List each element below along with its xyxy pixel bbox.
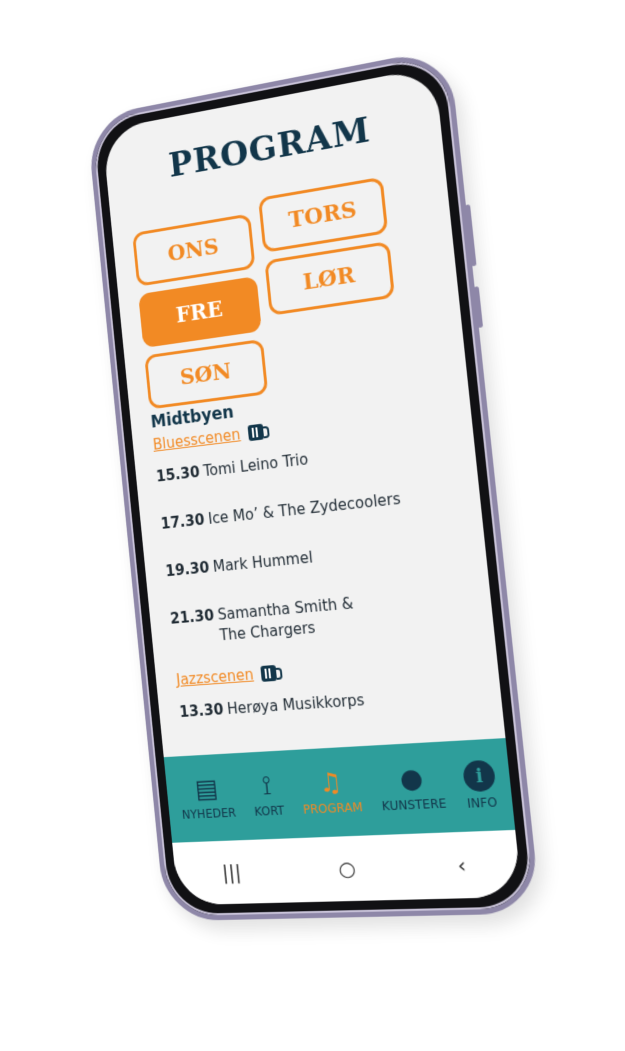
- event-artist: Mark Hummel: [212, 547, 314, 577]
- nav-label: NYHEDER: [181, 806, 236, 822]
- scene-link-jazzscenen[interactable]: Jazzscenen: [175, 666, 254, 689]
- event-time: 13.30: [179, 700, 225, 723]
- system-nav-bar: ||| ○ ‹: [172, 830, 522, 905]
- day-button-fre[interactable]: FRE: [138, 276, 262, 348]
- list-item[interactable]: 19.30 Mark Hummel: [165, 532, 470, 582]
- route-icon: ⟟: [261, 772, 273, 800]
- beer-mug-icon: [247, 424, 264, 442]
- event-artist: Ice Mo’ & The Zydecoolers: [207, 489, 402, 530]
- day-button-lor[interactable]: LØR: [264, 241, 395, 316]
- person-icon: ●: [398, 764, 424, 794]
- day-button-tors[interactable]: TORS: [258, 177, 388, 253]
- newspaper-icon: ▤: [194, 775, 220, 804]
- app-screen: PROGRAM ONS TORS FRE LØR SØN Midtbyen Bl…: [102, 66, 522, 905]
- nav-label: KUNSTERE: [381, 796, 447, 813]
- nav-item-kunstere[interactable]: ● KUNSTERE: [378, 763, 447, 813]
- program-list: Midtbyen Bluesscenen 15.30 Tomi Leino Tr…: [150, 374, 488, 750]
- volume-button: [465, 204, 477, 266]
- event-time: 21.30: [169, 605, 217, 650]
- list-item[interactable]: 17.30 Ice Mo’ & The Zydecoolers: [160, 482, 464, 535]
- day-button-son[interactable]: SØN: [144, 339, 268, 410]
- page-title: PROGRAM: [105, 97, 442, 197]
- nav-item-nyheder[interactable]: ▤ NYHEDER: [178, 774, 236, 822]
- event-time: 15.30: [155, 462, 200, 487]
- recents-button[interactable]: |||: [221, 860, 242, 884]
- day-button-ons[interactable]: ONS: [132, 213, 255, 286]
- stage: PROGRAM ONS TORS FRE LØR SØN Midtbyen Bl…: [0, 0, 625, 1051]
- back-button[interactable]: ‹: [456, 853, 467, 878]
- phone-frame: PROGRAM ONS TORS FRE LØR SØN Midtbyen Bl…: [86, 47, 541, 921]
- list-item[interactable]: 21.30 Samantha Smith & The Chargers: [169, 583, 477, 650]
- power-button: [474, 286, 484, 328]
- nav-item-info[interactable]: i INFO: [462, 760, 498, 811]
- event-artist: Tomi Leino Trio: [202, 449, 309, 482]
- event-time: 19.30: [165, 558, 211, 583]
- event-artist: Samantha Smith & The Chargers: [217, 593, 365, 647]
- scene-header: Jazzscenen: [175, 649, 481, 689]
- nav-label: PROGRAM: [302, 800, 363, 817]
- info-icon: i: [462, 760, 496, 793]
- nav-item-program[interactable]: ♫ PROGRAM: [299, 768, 363, 817]
- beer-mug-icon: [260, 665, 277, 682]
- music-note-icon: ♫: [317, 769, 343, 798]
- nav-item-kort[interactable]: ⟟ KORT: [251, 772, 286, 819]
- bottom-nav: ▤ NYHEDER ⟟ KORT ♫ PROGRAM ● KUNSTERE i: [164, 738, 515, 843]
- list-item[interactable]: 13.30 Herøya Musikkorps: [179, 682, 486, 723]
- nav-label: INFO: [466, 795, 498, 811]
- home-button[interactable]: ○: [337, 856, 357, 881]
- event-artist: Herøya Musikkorps: [226, 690, 365, 720]
- nav-label: KORT: [254, 804, 285, 819]
- event-time: 17.30: [160, 510, 206, 535]
